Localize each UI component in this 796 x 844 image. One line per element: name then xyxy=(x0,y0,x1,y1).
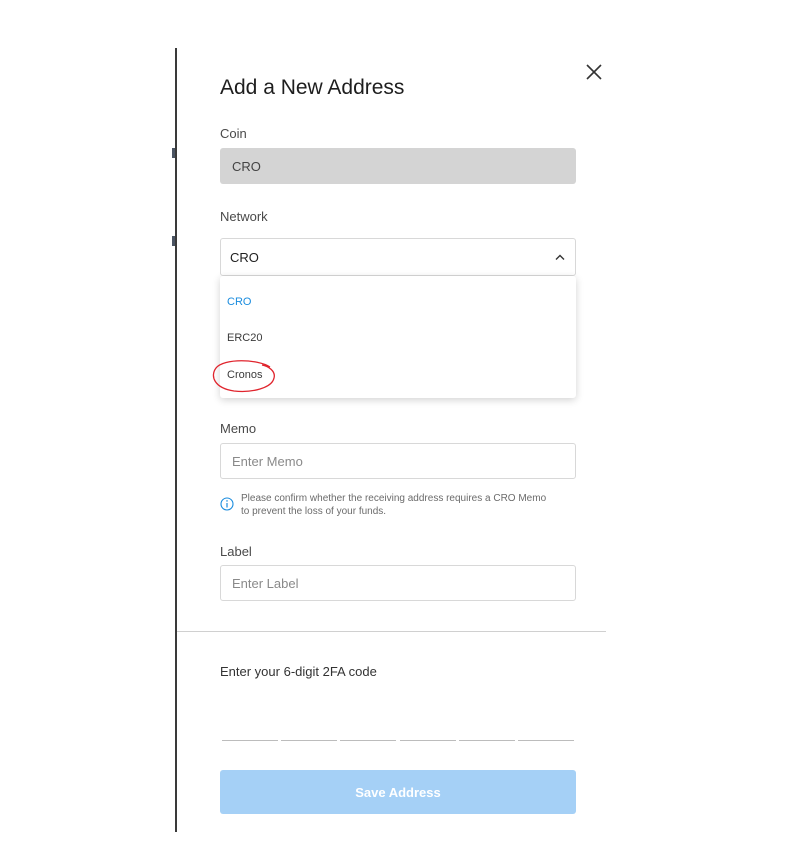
twofa-digit-4[interactable] xyxy=(400,740,456,741)
coin-label: Coin xyxy=(220,126,247,141)
network-select[interactable]: CRO xyxy=(220,238,576,276)
memo-info-line2: to prevent the loss of your funds. xyxy=(241,506,387,517)
twofa-digit-6[interactable] xyxy=(518,740,574,741)
network-dropdown-menu: CRO ERC20 Cronos xyxy=(220,276,576,398)
network-option-cro[interactable]: CRO xyxy=(227,296,251,308)
left-tick-mark xyxy=(172,148,175,158)
coin-value: CRO xyxy=(232,158,261,174)
memo-input[interactable] xyxy=(220,443,576,479)
twofa-digit-3[interactable] xyxy=(340,740,396,741)
label-field-label: Label xyxy=(220,544,252,559)
network-option-erc20[interactable]: ERC20 xyxy=(227,332,262,344)
network-option-cronos[interactable]: Cronos xyxy=(227,369,262,381)
section-divider xyxy=(177,631,606,632)
label-input[interactable] xyxy=(220,565,576,601)
network-label: Network xyxy=(220,209,268,224)
memo-label: Memo xyxy=(220,421,257,436)
panel-left-border xyxy=(175,48,177,832)
twofa-digit-2[interactable] xyxy=(281,740,337,741)
info-icon xyxy=(220,497,234,511)
twofa-digit-5[interactable] xyxy=(459,740,515,741)
chevron-up-icon xyxy=(555,254,565,260)
memo-info-line1: Please confirm whether the receiving add… xyxy=(241,493,547,504)
left-tick-mark xyxy=(172,236,175,246)
add-address-panel: Add a New Address Coin CRO Network CRO C… xyxy=(0,0,796,844)
coin-field: CRO xyxy=(220,148,576,184)
dialog-title: Add a New Address xyxy=(220,76,405,99)
close-button[interactable] xyxy=(584,62,604,82)
twofa-digit-1[interactable] xyxy=(222,740,278,741)
twofa-label: Enter your 6-digit 2FA code xyxy=(220,664,377,679)
save-address-button[interactable]: Save Address xyxy=(220,770,576,814)
memo-info-text: Please confirm whether the receiving add… xyxy=(241,492,581,518)
close-icon xyxy=(586,64,602,80)
network-selected-value: CRO xyxy=(230,249,259,265)
